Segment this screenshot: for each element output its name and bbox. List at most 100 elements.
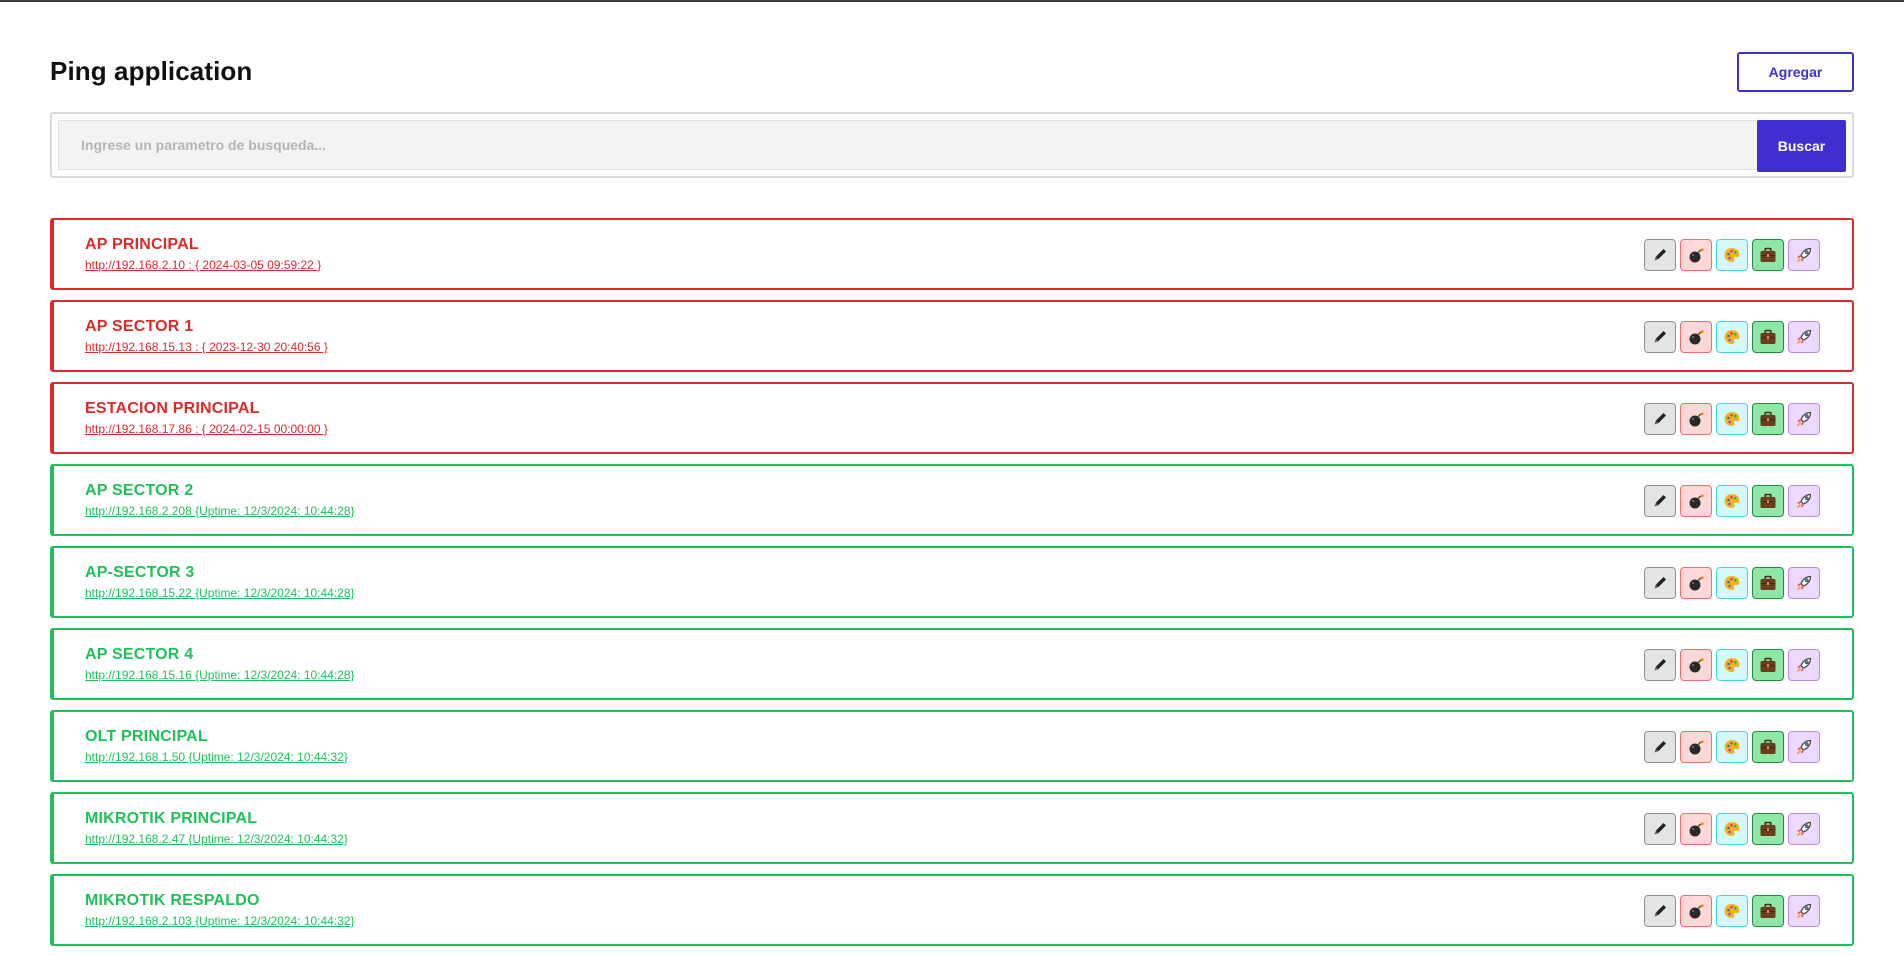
rocket-icon: [1794, 655, 1814, 675]
details-button[interactable]: [1752, 485, 1784, 517]
ping-button[interactable]: [1716, 239, 1748, 271]
details-button[interactable]: [1752, 239, 1784, 271]
palette-icon: [1722, 327, 1742, 347]
edit-button[interactable]: [1644, 813, 1676, 845]
ping-button[interactable]: [1716, 813, 1748, 845]
device-link[interactable]: http://192.168.15.22 {Uptime: 12/3/2024:…: [85, 586, 355, 600]
delete-button[interactable]: [1680, 567, 1712, 599]
edit-button[interactable]: [1644, 485, 1676, 517]
edit-button[interactable]: [1644, 403, 1676, 435]
briefcase-icon: [1758, 327, 1778, 347]
palette-icon: [1722, 737, 1742, 757]
bomb-icon: [1686, 245, 1706, 265]
details-button[interactable]: [1752, 321, 1784, 353]
edit-icon: [1650, 491, 1670, 511]
edit-button[interactable]: [1644, 239, 1676, 271]
ping-button[interactable]: [1716, 403, 1748, 435]
edit-button[interactable]: [1644, 895, 1676, 927]
launch-button[interactable]: [1788, 895, 1820, 927]
device-actions: [1644, 403, 1820, 435]
device-name: OLT PRINCIPAL: [85, 728, 208, 745]
edit-icon: [1650, 901, 1670, 921]
delete-button[interactable]: [1680, 813, 1712, 845]
details-button[interactable]: [1752, 731, 1784, 763]
launch-button[interactable]: [1788, 403, 1820, 435]
edit-icon: [1650, 409, 1670, 429]
palette-icon: [1722, 573, 1742, 593]
bomb-icon: [1686, 819, 1706, 839]
device-actions: [1644, 239, 1820, 271]
search-button[interactable]: Buscar: [1757, 120, 1846, 172]
bomb-icon: [1686, 573, 1706, 593]
device-name: MIKROTIK PRINCIPAL: [85, 810, 258, 827]
launch-button[interactable]: [1788, 813, 1820, 845]
rocket-icon: [1794, 327, 1814, 347]
bomb-icon: [1686, 491, 1706, 511]
edit-button[interactable]: [1644, 731, 1676, 763]
palette-icon: [1722, 901, 1742, 921]
details-button[interactable]: [1752, 649, 1784, 681]
ping-button[interactable]: [1716, 567, 1748, 599]
edit-icon: [1650, 819, 1670, 839]
device-name: AP SECTOR 1: [85, 318, 194, 335]
device-name: AP SECTOR 2: [85, 482, 194, 499]
launch-button[interactable]: [1788, 321, 1820, 353]
device-card: AP SECTOR 2 http://192.168.2.208 {Uptime…: [50, 464, 1854, 536]
device-link[interactable]: http://192.168.17.86 : { 2024-02-15 00:0…: [85, 422, 328, 436]
delete-button[interactable]: [1680, 321, 1712, 353]
ping-button[interactable]: [1716, 485, 1748, 517]
launch-button[interactable]: [1788, 567, 1820, 599]
ping-button[interactable]: [1716, 731, 1748, 763]
device-link[interactable]: http://192.168.2.208 {Uptime: 12/3/2024:…: [85, 504, 355, 518]
rocket-icon: [1794, 491, 1814, 511]
launch-button[interactable]: [1788, 485, 1820, 517]
device-link[interactable]: http://192.168.15.13 : { 2023-12-30 20:4…: [85, 340, 328, 354]
device-card: AP PRINCIPAL http://192.168.2.10 : { 202…: [50, 218, 1854, 290]
delete-button[interactable]: [1680, 895, 1712, 927]
details-button[interactable]: [1752, 895, 1784, 927]
device-card: MIKROTIK PRINCIPAL http://192.168.2.47 {…: [50, 792, 1854, 864]
details-button[interactable]: [1752, 567, 1784, 599]
device-name: MIKROTIK RESPALDO: [85, 892, 260, 909]
edit-button[interactable]: [1644, 567, 1676, 599]
edit-icon: [1650, 245, 1670, 265]
delete-button[interactable]: [1680, 731, 1712, 763]
launch-button[interactable]: [1788, 239, 1820, 271]
device-card: OLT PRINCIPAL http://192.168.1.50 {Uptim…: [50, 710, 1854, 782]
ping-button[interactable]: [1716, 321, 1748, 353]
launch-button[interactable]: [1788, 731, 1820, 763]
device-actions: [1644, 485, 1820, 517]
device-name: AP PRINCIPAL: [85, 236, 199, 253]
details-button[interactable]: [1752, 813, 1784, 845]
bomb-icon: [1686, 327, 1706, 347]
device-link[interactable]: http://192.168.15.16 {Uptime: 12/3/2024:…: [85, 668, 355, 682]
device-name: ESTACION PRINCIPAL: [85, 400, 260, 417]
briefcase-icon: [1758, 901, 1778, 921]
ping-button[interactable]: [1716, 895, 1748, 927]
device-card: ESTACION PRINCIPAL http://192.168.17.86 …: [50, 382, 1854, 454]
edit-icon: [1650, 327, 1670, 347]
device-link[interactable]: http://192.168.2.10 : { 2024-03-05 09:59…: [85, 258, 321, 272]
search-bar: Buscar: [50, 112, 1854, 178]
device-link[interactable]: http://192.168.2.47 {Uptime: 12/3/2024: …: [85, 832, 348, 846]
add-button[interactable]: Agregar: [1737, 52, 1854, 92]
delete-button[interactable]: [1680, 649, 1712, 681]
launch-button[interactable]: [1788, 649, 1820, 681]
palette-icon: [1722, 409, 1742, 429]
search-input[interactable]: [58, 120, 1760, 170]
edit-button[interactable]: [1644, 321, 1676, 353]
ping-button[interactable]: [1716, 649, 1748, 681]
briefcase-icon: [1758, 819, 1778, 839]
delete-button[interactable]: [1680, 485, 1712, 517]
rocket-icon: [1794, 245, 1814, 265]
delete-button[interactable]: [1680, 239, 1712, 271]
device-actions: [1644, 813, 1820, 845]
details-button[interactable]: [1752, 403, 1784, 435]
delete-button[interactable]: [1680, 403, 1712, 435]
edit-button[interactable]: [1644, 649, 1676, 681]
device-link[interactable]: http://192.168.1.50 {Uptime: 12/3/2024: …: [85, 750, 348, 764]
briefcase-icon: [1758, 737, 1778, 757]
device-actions: [1644, 649, 1820, 681]
device-link[interactable]: http://192.168.2.103 {Uptime: 12/3/2024:…: [85, 914, 355, 928]
rocket-icon: [1794, 409, 1814, 429]
